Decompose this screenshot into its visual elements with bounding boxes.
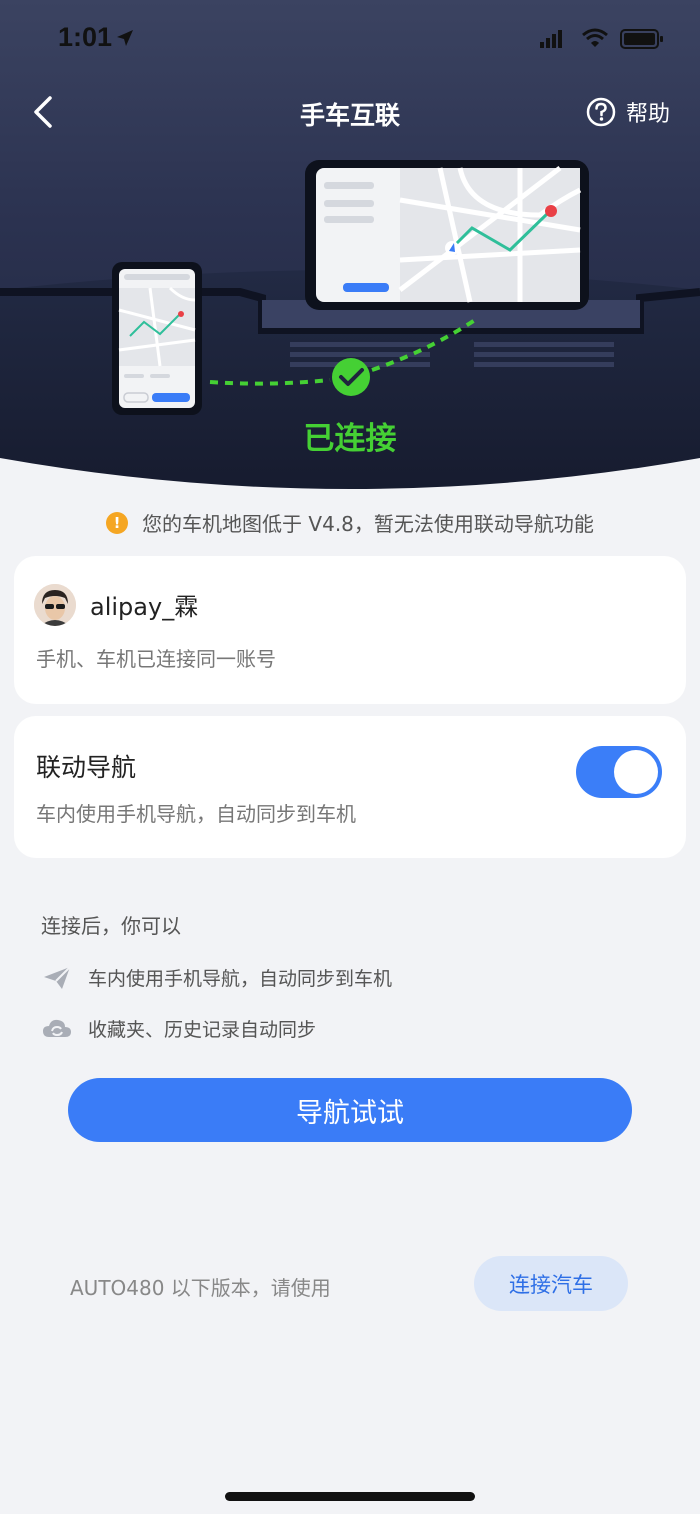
hero-illustration: 1:01 手车互联 帮助 已连接 xyxy=(0,0,700,495)
username: alipay_霖 xyxy=(90,593,199,621)
feature-item: 车内使用手机导航，自动同步到车机 xyxy=(42,964,392,991)
question-circle-icon xyxy=(586,97,616,127)
linked-navigation-title: 联动导航 xyxy=(36,753,137,782)
home-indicator[interactable] xyxy=(225,1492,475,1501)
battery-icon xyxy=(620,29,663,49)
linked-navigation-description: 车内使用手机导航，自动同步到车机 xyxy=(36,802,356,826)
cellular-signal-icon xyxy=(540,30,562,48)
connect-car-button[interactable]: 连接汽车 xyxy=(474,1256,628,1311)
linked-navigation-card: 联动导航 车内使用手机导航，自动同步到车机 xyxy=(14,716,686,858)
features-heading: 连接后，你可以 xyxy=(41,914,181,938)
status-time: 1:01 xyxy=(58,22,113,52)
legacy-version-text: AUTO480 以下版本，请使用 xyxy=(70,1276,331,1300)
version-warning: ! 您的车机地图低于 V4.8，暂无法使用联动导航功能 xyxy=(0,508,700,537)
toggle-knob xyxy=(614,750,658,794)
cloud-sync-icon xyxy=(43,1019,71,1037)
help-button[interactable]: 帮助 xyxy=(586,94,670,130)
feature-label: 车内使用手机导航，自动同步到车机 xyxy=(88,968,393,990)
navigation-bar: 手车互联 帮助 xyxy=(0,82,700,142)
avatar xyxy=(34,584,76,626)
user-avatar-icon xyxy=(34,584,76,626)
account-card: alipay_霖 手机、车机已连接同一账号 xyxy=(14,556,686,704)
connection-status: 已连接 xyxy=(303,421,397,457)
location-arrow-icon xyxy=(117,30,133,46)
help-label: 帮助 xyxy=(626,102,671,127)
exclamation-circle-icon: ! xyxy=(106,511,129,534)
wifi-icon xyxy=(582,28,608,47)
paper-plane-icon xyxy=(44,965,71,989)
feature-item: 收藏夹、历史记录自动同步 xyxy=(42,1015,316,1042)
status-bar: 1:01 xyxy=(0,18,700,58)
account-description: 手机、车机已连接同一账号 xyxy=(36,647,276,671)
feature-label: 收藏夹、历史记录自动同步 xyxy=(88,1019,317,1041)
check-circle-icon xyxy=(332,358,370,396)
linked-navigation-toggle[interactable] xyxy=(576,746,662,798)
warning-text: 您的车机地图低于 V4.8，暂无法使用联动导航功能 xyxy=(142,512,594,536)
try-navigation-button[interactable]: 导航试试 xyxy=(68,1078,632,1142)
